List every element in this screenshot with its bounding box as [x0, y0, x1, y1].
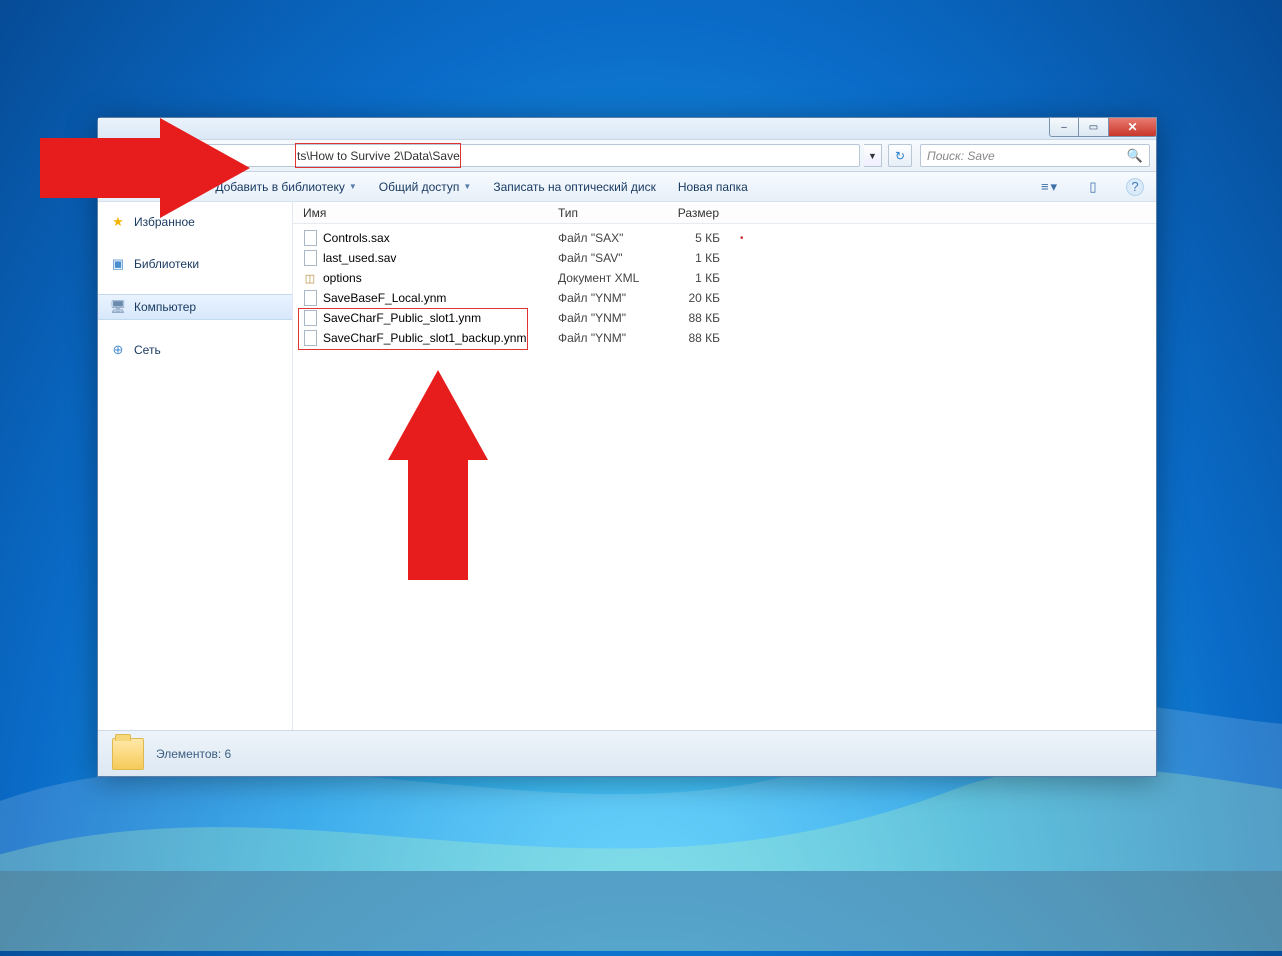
minimize-button[interactable]: –: [1049, 117, 1079, 137]
toolbar: Упорядочить▼ Добавить в библиотеку▼ Общи…: [98, 172, 1156, 202]
status-count: Элементов: 6: [156, 747, 231, 761]
sidebar: ★ Избранное ▣ Библиотеки 🖥 Компьютер ⊕: [98, 202, 293, 730]
sidebar-item-libraries[interactable]: ▣ Библиотеки: [98, 252, 292, 276]
explorer-window: – ▭ ✕ ◄ ► ts\How to Survive 2\Data\Save …: [97, 117, 1157, 777]
file-icon: [303, 251, 317, 265]
close-button[interactable]: ✕: [1109, 117, 1157, 137]
file-type: Файл "YNM": [548, 311, 660, 325]
file-name: SaveCharF_Public_slot1_backup.ynm: [323, 331, 526, 345]
search-icon: 🔍: [1127, 148, 1143, 164]
file-type: Файл "SAV": [548, 251, 660, 265]
file-size: 1 КБ: [660, 251, 730, 265]
breadcrumb[interactable]: ts\How to Survive 2\Data\Save: [162, 144, 860, 167]
computer-icon: 🖥: [110, 299, 126, 315]
annotation-arrow-right: [40, 118, 250, 223]
file-size: 1 КБ: [660, 271, 730, 285]
toolbar-share[interactable]: Общий доступ▼: [379, 180, 472, 194]
file-type: Файл "YNM": [548, 291, 660, 305]
help-button[interactable]: ?: [1126, 178, 1144, 196]
file-name: Controls.sax: [323, 231, 390, 245]
file-type: Файл "SAX": [548, 231, 660, 245]
file-name: SaveBaseF_Local.ynm: [323, 291, 446, 305]
breadcrumb-dropdown[interactable]: ▼: [864, 144, 882, 167]
column-headers[interactable]: Имя Тип Размер: [293, 202, 1156, 224]
network-icon: ⊕: [110, 342, 126, 358]
file-row[interactable]: last_used.sav Файл "SAV"1 КБ: [293, 248, 1156, 268]
file-icon: [303, 331, 317, 345]
view-options-button[interactable]: ≡▾: [1038, 177, 1060, 197]
file-name: SaveCharF_Public_slot1.ynm: [323, 311, 481, 325]
statusbar: Элементов: 6: [98, 730, 1156, 776]
file-name: options: [323, 271, 362, 285]
column-type[interactable]: Тип: [548, 206, 660, 220]
file-size: 20 КБ: [660, 291, 730, 305]
file-row[interactable]: ◫ options Документ XML1 КБ: [293, 268, 1156, 288]
file-row[interactable]: Controls.sax Файл "SAX"5 КБ•: [293, 228, 1156, 248]
file-size: 5 КБ: [660, 231, 730, 245]
file-size: 88 КБ: [660, 311, 730, 325]
search-placeholder: Поиск: Save: [927, 149, 995, 163]
file-row[interactable]: SaveCharF_Public_slot1_backup.ynm Файл "Y…: [293, 328, 1156, 348]
toolbar-burn[interactable]: Записать на оптический диск: [493, 180, 656, 194]
file-name: last_used.sav: [323, 251, 396, 265]
refresh-button[interactable]: ↻: [888, 144, 912, 167]
file-icon: [303, 311, 317, 325]
file-size: 88 КБ: [660, 331, 730, 345]
file-type: Файл "YNM": [548, 331, 660, 345]
file-icon: [303, 291, 317, 305]
file-mark: •: [730, 233, 760, 244]
folder-icon: [112, 738, 144, 770]
window-controls: – ▭ ✕: [1049, 117, 1157, 137]
navbar: ◄ ► ts\How to Survive 2\Data\Save ▼ ↻ По…: [98, 140, 1156, 172]
file-row[interactable]: SaveBaseF_Local.ynm Файл "YNM"20 КБ: [293, 288, 1156, 308]
sidebar-item-computer[interactable]: 🖥 Компьютер: [98, 294, 292, 320]
file-type: Документ XML: [548, 271, 660, 285]
annotation-arrow-up: [388, 370, 488, 585]
file-icon: ◫: [303, 271, 317, 285]
maximize-button[interactable]: ▭: [1079, 117, 1109, 137]
column-name[interactable]: Имя: [293, 206, 548, 220]
titlebar[interactable]: – ▭ ✕: [98, 118, 1156, 140]
toolbar-new-folder[interactable]: Новая папка: [678, 180, 748, 194]
libraries-icon: ▣: [110, 256, 126, 272]
file-icon: [303, 231, 317, 245]
sidebar-item-network[interactable]: ⊕ Сеть: [98, 338, 292, 362]
column-size[interactable]: Размер: [660, 206, 730, 220]
search-input[interactable]: Поиск: Save 🔍: [920, 144, 1150, 167]
file-row[interactable]: SaveCharF_Public_slot1.ynm Файл "YNM"88 К…: [293, 308, 1156, 328]
breadcrumb-path: ts\How to Survive 2\Data\Save: [297, 149, 460, 163]
preview-pane-button[interactable]: ▯: [1082, 177, 1104, 197]
